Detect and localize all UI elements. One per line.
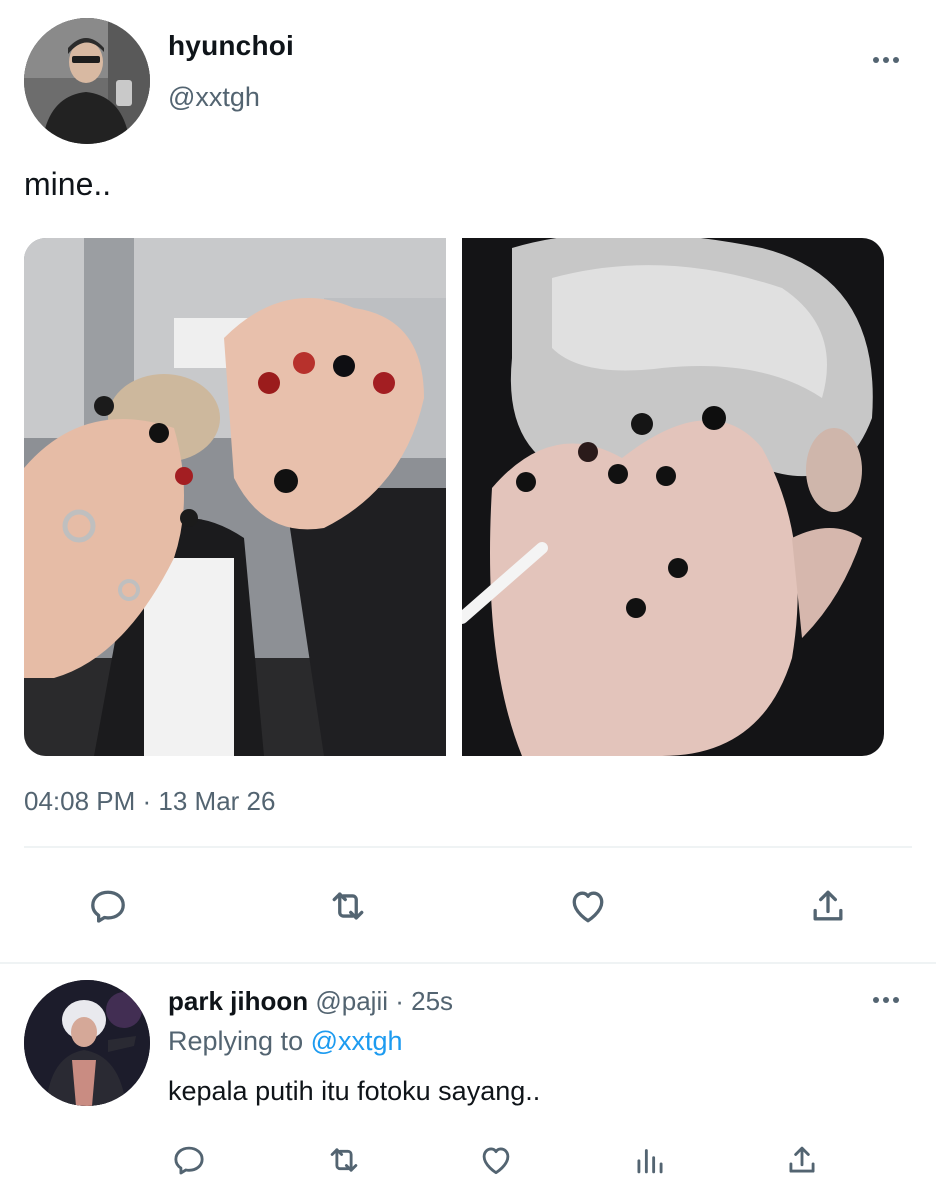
like-icon (482, 1147, 510, 1175)
dot (873, 997, 879, 1003)
reply-time[interactable]: 25s (411, 986, 453, 1016)
meta-separator: · (388, 986, 412, 1016)
avatar-photo (24, 18, 150, 144)
dot (873, 57, 879, 63)
more-options-button[interactable] (866, 50, 906, 70)
reply-reply-button[interactable] (161, 1132, 217, 1188)
author-handle[interactable]: @xxtgh (168, 82, 260, 113)
media-grid (24, 238, 884, 756)
tweet-timestamp[interactable]: 04:08 PM · 13 Mar 26 (24, 786, 275, 817)
tweet-photo-2[interactable] (462, 238, 884, 756)
reply-icon (91, 890, 125, 923)
like-icon (572, 891, 604, 923)
retweet-icon (330, 1148, 358, 1172)
photo-2-graphic (462, 238, 884, 756)
dot (883, 997, 889, 1003)
replying-to-line: Replying to @xxtgh (168, 1026, 403, 1057)
tweet-text: mine.. (24, 166, 112, 202)
reply-author-avatar[interactable] (24, 980, 150, 1106)
replying-prefix: Replying to (168, 1026, 304, 1056)
reply-more-options-button[interactable] (866, 990, 906, 1010)
photo-1-graphic (24, 238, 446, 756)
reply-avatar-photo (24, 980, 150, 1106)
replying-to-mention[interactable]: @xxtgh (311, 1026, 403, 1056)
reply-text: kepala putih itu fotoku sayang.. (168, 1076, 541, 1106)
share-icon (813, 890, 843, 921)
reply-icon (174, 1146, 204, 1175)
reply-author-handle[interactable]: @pajii (315, 986, 388, 1016)
dot (893, 57, 899, 63)
reply-author-name[interactable]: park jihoon (168, 986, 308, 1016)
tweet-photo-1[interactable] (24, 238, 446, 756)
retweet-icon (332, 892, 364, 920)
author-name[interactable]: hyunchoi (168, 30, 294, 62)
reply-like-button[interactable] (468, 1132, 524, 1188)
like-button[interactable] (558, 876, 618, 936)
share-button[interactable] (798, 876, 858, 936)
reply-retweet-button[interactable] (316, 1132, 372, 1188)
reply-header: park jihoon @pajii · 25s (168, 986, 453, 1017)
reply-analytics-button[interactable] (622, 1132, 678, 1188)
divider (24, 846, 912, 848)
retweet-button[interactable] (318, 876, 378, 936)
reply-share-button[interactable] (774, 1132, 830, 1188)
dot (893, 997, 899, 1003)
dot (883, 57, 889, 63)
share-icon (789, 1146, 815, 1173)
analytics-icon (637, 1149, 663, 1174)
section-divider (0, 962, 936, 964)
reply-button[interactable] (78, 876, 138, 936)
author-avatar[interactable] (24, 18, 150, 144)
